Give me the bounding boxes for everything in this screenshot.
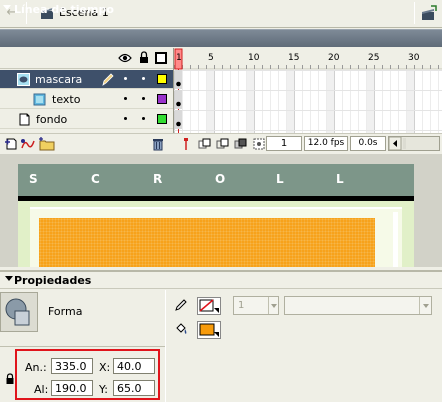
- constrain-lock-icon[interactable]: [5, 373, 15, 385]
- divider: [165, 290, 166, 402]
- mask-layer-icon: [17, 73, 30, 86]
- selected-shape[interactable]: [39, 218, 375, 267]
- shape-thumbnail-icon: [0, 292, 38, 332]
- timeline-title: Línea de tiempo: [14, 3, 114, 16]
- x-label: X:: [99, 361, 111, 374]
- scroll-letter: L: [276, 172, 284, 186]
- width-label: An.:: [25, 361, 47, 374]
- elapsed-time-display: 0.0s: [350, 136, 386, 151]
- x-field[interactable]: 40.0: [113, 358, 155, 374]
- layer-row-fondo[interactable]: fondo: [0, 110, 173, 129]
- outline-icon[interactable]: [155, 52, 167, 64]
- edit-scene-icon[interactable]: [421, 5, 437, 21]
- width-field[interactable]: 335.0: [51, 358, 93, 374]
- stage-pillar: [393, 212, 398, 267]
- frame-number-label: 15: [288, 53, 299, 63]
- stage-highlight-line: [30, 207, 402, 209]
- modify-markers-icon[interactable]: [252, 137, 266, 151]
- lock-dot[interactable]: [142, 117, 145, 120]
- y-field[interactable]: 65.0: [113, 380, 155, 396]
- timeline-panel-header[interactable]: [0, 29, 442, 47]
- visibility-dot[interactable]: [124, 97, 127, 100]
- object-type-label: Forma: [48, 305, 83, 318]
- layer-name: texto: [52, 93, 81, 106]
- frame-number-label: 1: [176, 53, 182, 63]
- chevron-down-icon[interactable]: [268, 297, 278, 314]
- layer-row-mascara[interactable]: mascara: [0, 70, 173, 89]
- collapse-arrow-icon[interactable]: [5, 276, 13, 281]
- layer-name: mascara: [35, 73, 83, 86]
- frame-number-label: 25: [368, 53, 379, 63]
- add-motion-guide-icon[interactable]: [20, 137, 36, 151]
- frame-number-label: 30: [408, 53, 420, 63]
- center-frame-icon[interactable]: [180, 137, 192, 151]
- pencil-icon: [174, 298, 188, 312]
- lock-icon[interactable]: [139, 51, 149, 64]
- layer-page-icon: [18, 113, 31, 126]
- masked-layer-icon: [33, 93, 46, 106]
- stroke-color-swatch[interactable]: [197, 297, 221, 315]
- pencil-icon: [101, 73, 114, 86]
- properties-title: Propiedades: [14, 274, 92, 287]
- layer-name: fondo: [36, 113, 68, 126]
- onion-skin-icon[interactable]: [198, 137, 212, 151]
- height-label: Al:: [34, 383, 49, 396]
- stage-divider-line: [18, 196, 414, 201]
- edit-multiple-frames-icon[interactable]: [234, 137, 248, 151]
- y-label: Y:: [99, 383, 108, 396]
- scroll-letter: S: [29, 172, 38, 186]
- insert-layer-icon[interactable]: [4, 137, 18, 151]
- chevron-down-icon[interactable]: [419, 297, 431, 314]
- insert-folder-icon[interactable]: [38, 137, 56, 151]
- stroke-style-select[interactable]: [284, 296, 432, 315]
- scroll-text: S C R O L L: [18, 172, 414, 188]
- current-frame-display: 1: [266, 136, 302, 151]
- fill-color-swatch[interactable]: [197, 321, 221, 339]
- visibility-dot[interactable]: [124, 77, 127, 80]
- frame-number-label: 20: [328, 53, 340, 63]
- scroll-letter: R: [153, 172, 163, 186]
- collapse-arrow-icon[interactable]: [3, 5, 11, 10]
- divider: [0, 346, 165, 347]
- outline-color-swatch[interactable]: [157, 74, 167, 84]
- lock-dot[interactable]: [142, 77, 145, 80]
- height-field[interactable]: 190.0: [51, 380, 93, 396]
- lock-dot[interactable]: [142, 97, 145, 100]
- frame-number-label: 5: [208, 53, 214, 63]
- outline-color-swatch[interactable]: [157, 94, 167, 104]
- trash-icon[interactable]: [151, 137, 165, 151]
- layer-row-texto[interactable]: texto: [0, 90, 173, 109]
- onion-skin-outlines-icon[interactable]: [216, 137, 230, 151]
- scroll-letter: O: [215, 172, 226, 186]
- frame-rate-display[interactable]: 12.0 fps: [304, 136, 348, 151]
- scroll-letter: L: [336, 172, 344, 186]
- scroll-letter: C: [91, 172, 100, 186]
- frame-number-label: 10: [248, 53, 260, 63]
- paint-bucket-icon: [174, 322, 188, 336]
- eye-icon[interactable]: [118, 53, 132, 63]
- timeline-scrollbar[interactable]: [388, 136, 440, 151]
- visibility-dot[interactable]: [124, 117, 127, 120]
- frames-grid[interactable]: 1 5 10 15 20 25 30: [173, 48, 442, 133]
- outline-color-swatch[interactable]: [157, 114, 167, 124]
- separator: [414, 2, 415, 24]
